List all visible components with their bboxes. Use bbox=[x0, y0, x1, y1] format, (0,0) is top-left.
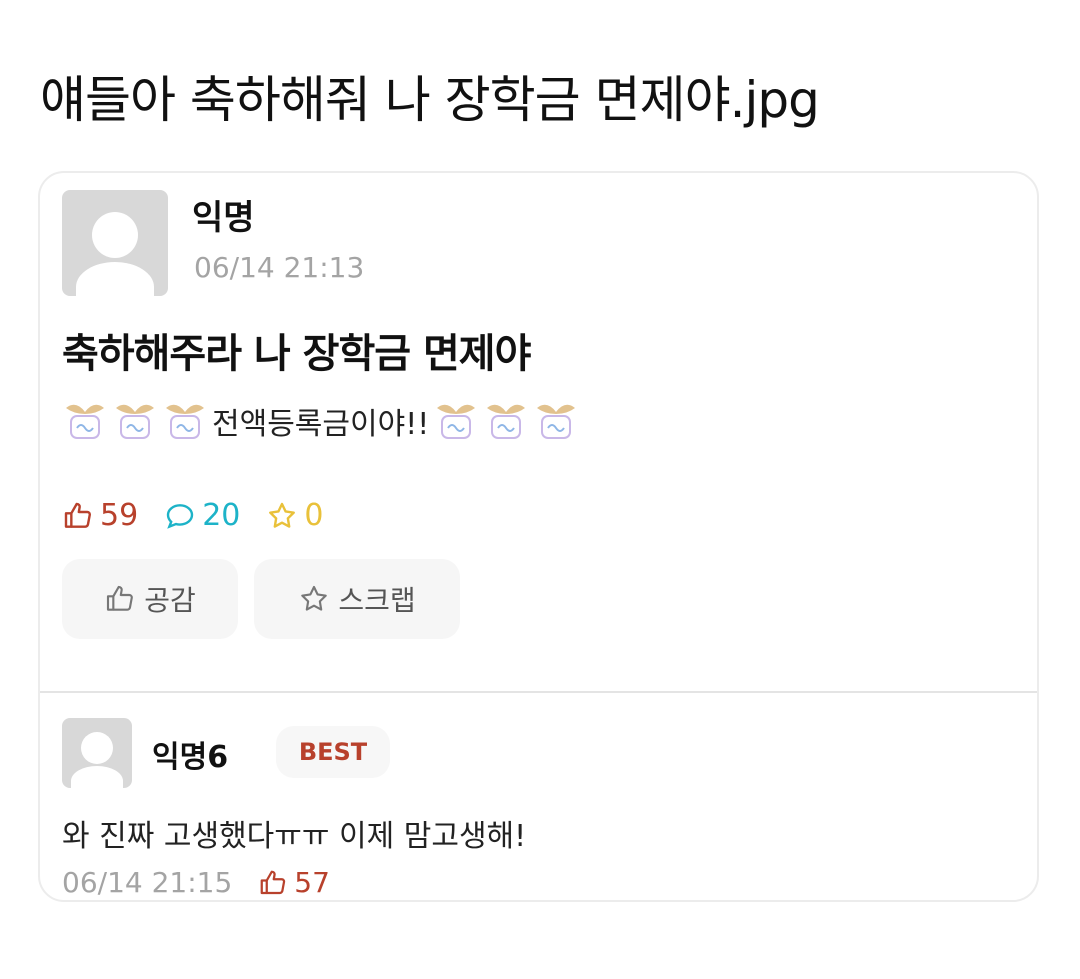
avatar bbox=[62, 718, 132, 788]
scrap-count-value: 0 bbox=[304, 498, 324, 533]
celebration-ribbon-icon bbox=[66, 404, 104, 439]
like-count-value: 59 bbox=[100, 498, 139, 533]
thumbs-up-icon bbox=[107, 585, 134, 611]
post-title: 축하해주라 나 장학금 면제야 bbox=[62, 331, 531, 377]
comment-author: 익명6 bbox=[152, 740, 229, 775]
avatar bbox=[62, 190, 168, 296]
celebration-ribbon-icon bbox=[437, 404, 476, 439]
comment-meta: 06/14 21:15 57 bbox=[62, 866, 330, 899]
best-badge: BEST bbox=[276, 726, 390, 778]
scrap-count: 0 bbox=[266, 498, 323, 533]
comment-like-value: 57 bbox=[294, 866, 330, 899]
celebration-ribbon-icon bbox=[166, 404, 204, 439]
like-button-label: 공감 bbox=[144, 584, 196, 617]
post-body-text: 전액등록금이야!! bbox=[212, 407, 430, 442]
scrap-button-label: 스크랩 bbox=[338, 584, 416, 617]
celebration-ribbon-icon bbox=[537, 404, 576, 439]
celebration-ribbon-icon bbox=[487, 404, 526, 439]
post-date: 06/14 21:13 bbox=[194, 251, 365, 284]
divider bbox=[40, 691, 1037, 693]
star-icon bbox=[269, 502, 296, 528]
post-stats: 59 20 0 bbox=[62, 498, 349, 533]
comment-count-value: 20 bbox=[202, 498, 241, 533]
celebration-ribbon-icon bbox=[116, 404, 154, 439]
comment-like-count[interactable]: 57 bbox=[258, 866, 330, 899]
post-body: 전액등록금이야!! bbox=[62, 398, 579, 444]
thumbs-up-icon bbox=[64, 502, 91, 528]
post-card: 익명 06/14 21:13 축하해주라 나 장학금 면제야 전액등록금이야!!… bbox=[38, 171, 1039, 902]
comment-text: 와 진짜 고생했다ㅠㅠ 이제 맘고생해! bbox=[62, 819, 527, 854]
comment-count: 20 bbox=[164, 498, 240, 533]
scrap-button[interactable]: 스크랩 bbox=[254, 559, 460, 639]
speech-bubble-icon bbox=[166, 503, 194, 529]
like-count: 59 bbox=[62, 498, 138, 533]
post-author: 익명 bbox=[192, 198, 255, 238]
like-button[interactable]: 공감 bbox=[62, 559, 238, 639]
star-icon bbox=[301, 585, 328, 611]
comment-date: 06/14 21:15 bbox=[62, 866, 233, 899]
page-title: 얘들아 축하해줘 나 장학금 면제야.jpg bbox=[40, 71, 820, 129]
thumbs-up-icon bbox=[260, 870, 286, 894]
